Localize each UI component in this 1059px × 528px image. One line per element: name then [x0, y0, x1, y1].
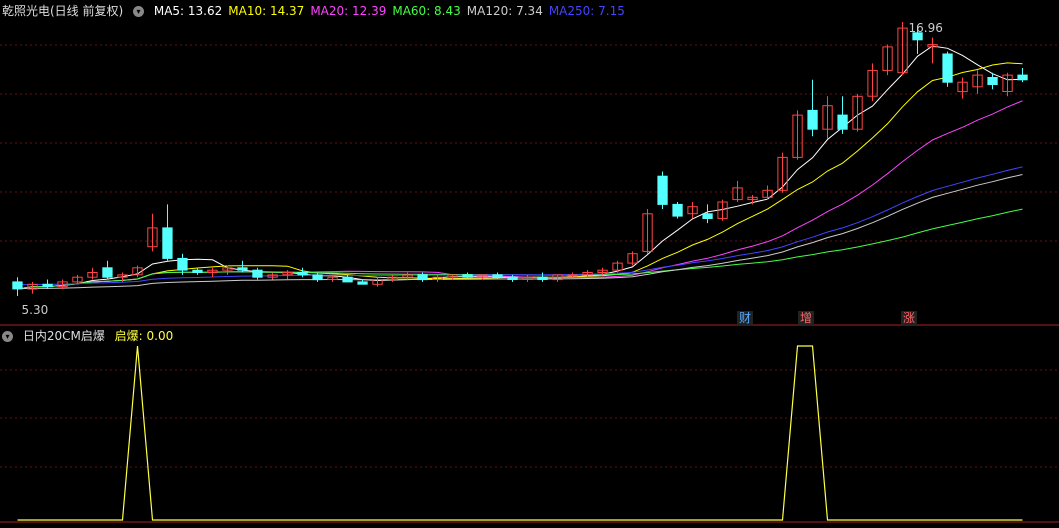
event-tag-zhang[interactable]: 涨	[901, 311, 918, 325]
candle-body	[357, 281, 368, 285]
signal-line	[17, 345, 1023, 521]
ma-line	[17, 166, 1023, 286]
signal-polyline	[17, 345, 1023, 521]
candle-body	[462, 274, 473, 278]
candle-body	[492, 274, 503, 278]
candle-body	[837, 114, 848, 130]
indicator-title: 日内20CM启爆	[22, 329, 105, 343]
candle-body	[567, 274, 578, 277]
candle-body	[672, 203, 683, 217]
event-tag-cai[interactable]: 财	[737, 311, 754, 325]
event-tag-zeng[interactable]: 增	[798, 311, 815, 325]
candle-body	[192, 269, 203, 274]
candle-body	[252, 269, 263, 278]
ma-legend: MA5: 13.62 MA10: 14.37 MA20: 12.39 MA60: 8.…	[154, 4, 631, 18]
candle-body	[342, 276, 353, 283]
main-chart-header: 乾照光电(日线 前复权) ▾ MA5: 13.62 MA10: 14.37 MA20…	[2, 2, 637, 20]
chevron-down-icon[interactable]: ▾	[2, 331, 13, 342]
ma-legend-item: MA20: 12.39	[310, 4, 387, 18]
candle-body	[297, 272, 308, 276]
candle-body	[42, 283, 53, 288]
stock-title: 乾照光电(日线 前复权)	[2, 4, 124, 18]
candle-body	[102, 267, 113, 278]
candle-body	[162, 227, 173, 259]
candlesticks	[12, 22, 1028, 296]
candle-body	[507, 276, 518, 281]
ma-legend-item: MA5: 13.62	[153, 4, 223, 18]
candle-body	[537, 276, 548, 281]
ma-legend-item: MA60: 8.43	[392, 4, 461, 18]
ma-legend-item: MA120: 7.34	[466, 4, 543, 18]
candle-body	[942, 53, 953, 83]
kline-chart: 16.96 5.30	[0, 21, 1059, 523]
candle-body	[1017, 74, 1028, 81]
candle-body	[312, 274, 323, 281]
candle-body	[702, 213, 713, 220]
ma-legend-item: MA250: 7.15	[548, 4, 625, 18]
indicator-value: 启爆: 0.00	[114, 329, 174, 343]
ma-legend-item: MA10: 14.37	[228, 4, 305, 18]
candle-body	[237, 267, 248, 271]
candle-body	[807, 109, 818, 130]
candle-body	[177, 257, 188, 271]
chevron-down-icon[interactable]: ▾	[133, 6, 145, 17]
grid-lines	[0, 44, 1059, 468]
candle-body	[657, 175, 668, 205]
candle-body	[417, 274, 428, 281]
sub-chart-header: ▾ 日内20CM启爆 启爆: 0.00	[2, 327, 179, 345]
candle-body	[987, 77, 998, 85]
low-price-label: 5.30	[22, 303, 49, 317]
candle-body	[12, 281, 23, 290]
high-price-label: 16.96	[909, 21, 943, 35]
